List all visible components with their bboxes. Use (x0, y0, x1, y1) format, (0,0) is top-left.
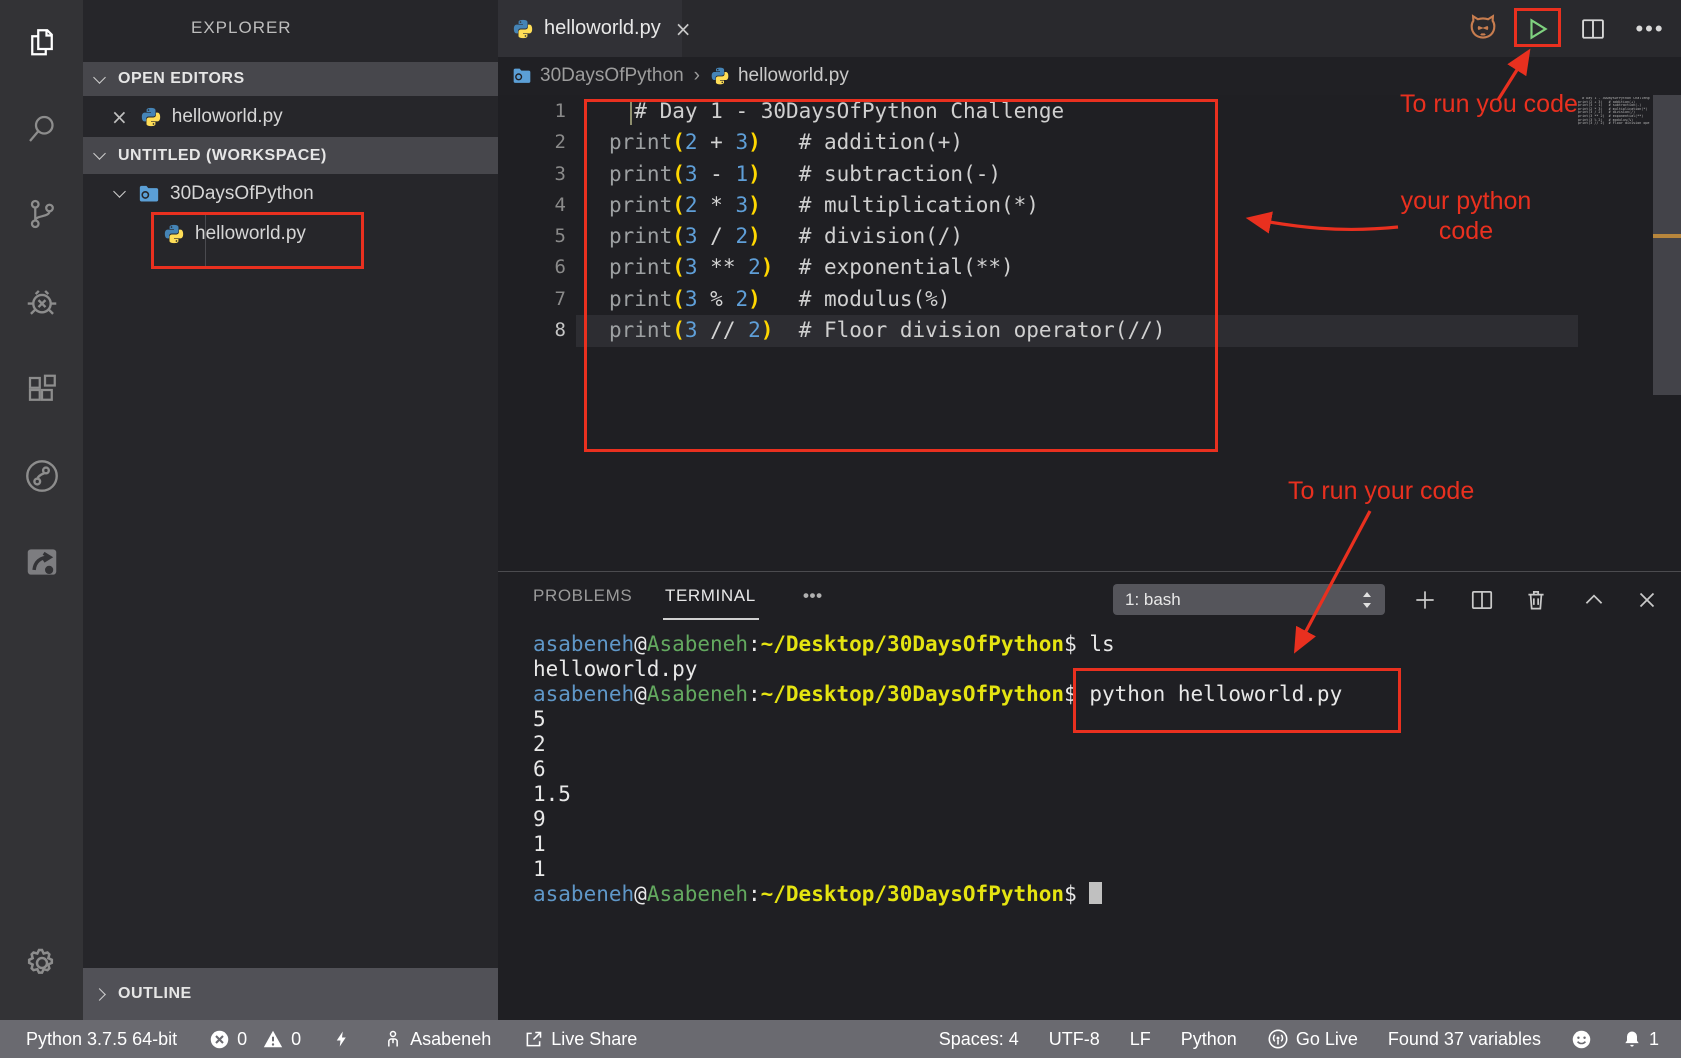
person-icon (383, 1028, 403, 1050)
new-terminal-icon[interactable] (1407, 582, 1443, 618)
vscode-window: EXPLORER OPEN EDITORS × helloworld.py UN… (0, 0, 1681, 1058)
breadcrumb-separator: › (694, 65, 700, 87)
folder-tree-item[interactable]: 30DaysOfPython (83, 174, 498, 213)
feedback-item[interactable] (1571, 1029, 1592, 1050)
code-annotation-text: your python code (1395, 186, 1537, 246)
language-item[interactable]: Python (1181, 1029, 1237, 1050)
share-extension-icon[interactable] (0, 532, 83, 592)
workspace-label: UNTITLED (WORKSPACE) (118, 147, 327, 165)
warning-icon (262, 1028, 284, 1050)
terminal-line: 6 (533, 757, 1342, 782)
terminal-line: 1.5 (533, 782, 1342, 807)
notifications-item[interactable]: 1 (1622, 1028, 1659, 1050)
open-editor-item[interactable]: × helloworld.py (83, 96, 498, 138)
panel-more-icon[interactable]: ••• (803, 586, 823, 606)
explorer-sidebar: EXPLORER OPEN EDITORS × helloworld.py UN… (83, 0, 498, 1020)
more-actions-icon[interactable]: ••• (1630, 0, 1670, 57)
debug-icon[interactable] (0, 272, 83, 332)
close-icon[interactable]: × (111, 105, 128, 129)
terminal-line: asabeneh@Asabeneh:~/Desktop/30DaysOfPyth… (533, 632, 1342, 657)
tab-helloworld[interactable]: helloworld.py × (498, 0, 682, 57)
terminal-tab-underline (663, 618, 759, 620)
python-file-icon (710, 66, 730, 86)
user-item[interactable]: Asabeneh (383, 1028, 491, 1050)
python-interpreter-item[interactable]: Python 3.7.5 64-bit (26, 1029, 177, 1050)
terminal-command-annotation-box (1073, 668, 1401, 733)
close-panel-icon[interactable] (1629, 582, 1665, 618)
live-share-extension-icon[interactable] (0, 446, 83, 506)
split-editor-icon[interactable] (1575, 0, 1611, 57)
live-share-item[interactable]: Live Share (523, 1029, 637, 1050)
variables-item[interactable]: Found 37 variables (1388, 1029, 1541, 1050)
python-file-icon (140, 106, 162, 128)
editor-tab-bar: helloworld.py × ••• (498, 0, 1681, 57)
folder-icon (512, 66, 532, 86)
terminal-line: 1 (533, 832, 1342, 857)
power-item[interactable] (333, 1028, 351, 1050)
lightning-icon (333, 1028, 351, 1050)
sidebar-file-annotation-box (151, 212, 364, 269)
tab-terminal[interactable]: TERMINAL (665, 586, 756, 606)
minimap[interactable]: # Day 1 - 30DaysOfPython Challenge print… (1578, 97, 1650, 129)
cat-extension-icon[interactable] (1465, 0, 1501, 57)
python-file-icon (512, 18, 534, 40)
chevron-down-icon (93, 71, 106, 84)
terminal-line: 2 (533, 732, 1342, 757)
bottom-panel: PROBLEMS TERMINAL ••• 1: bash asabeneh@A… (498, 571, 1681, 1020)
breadcrumb-folder[interactable]: 30DaysOfPython (540, 65, 684, 87)
settings-gear-icon[interactable] (0, 933, 83, 993)
line-numbers: 12345678 (498, 96, 566, 346)
scrollbar-marker (1653, 234, 1681, 238)
folder-icon (138, 183, 160, 205)
terminal-line: asabeneh@Asabeneh:~/Desktop/30DaysOfPyth… (533, 882, 1342, 907)
smiley-icon (1571, 1029, 1592, 1050)
code-editor[interactable]: 12345678 # Day 1 - 30DaysOfPython Challe… (498, 95, 1681, 571)
error-icon (209, 1029, 230, 1050)
chevron-down-icon (113, 185, 126, 198)
select-arrows-icon (1361, 590, 1373, 610)
tab-label: helloworld.py (544, 17, 661, 40)
extensions-icon[interactable] (0, 360, 83, 420)
open-editor-filename: helloworld.py (172, 106, 283, 128)
open-editors-header[interactable]: OPEN EDITORS (83, 62, 498, 96)
chevron-right-icon (93, 988, 106, 1001)
encoding-item[interactable]: UTF-8 (1049, 1029, 1100, 1050)
shell-selector[interactable]: 1: bash (1113, 584, 1385, 615)
share-icon (523, 1029, 544, 1050)
outline-header[interactable]: OUTLINE (83, 968, 498, 1020)
scrollbar[interactable] (1653, 95, 1681, 395)
eol-item[interactable]: LF (1130, 1029, 1151, 1050)
maximize-panel-icon[interactable] (1576, 582, 1612, 618)
open-editors-label: OPEN EDITORS (118, 70, 245, 88)
terminal-line: 9 (533, 807, 1342, 832)
bell-icon (1622, 1028, 1642, 1050)
go-live-item[interactable]: Go Live (1267, 1028, 1358, 1050)
tab-close-icon[interactable]: × (675, 17, 692, 41)
chevron-down-icon (93, 147, 106, 160)
outline-label: OUTLINE (118, 985, 192, 1003)
breadcrumb-file[interactable]: helloworld.py (738, 65, 849, 87)
code-annotation-box (584, 99, 1218, 452)
terminal-annotation-text: To run your code (1288, 477, 1474, 506)
broadcast-icon (1267, 1028, 1289, 1050)
folder-name: 30DaysOfPython (170, 183, 314, 205)
explorer-icon[interactable] (0, 13, 83, 73)
search-icon[interactable] (0, 99, 83, 159)
run-button[interactable] (1520, 0, 1556, 57)
sidebar-title: EXPLORER (191, 18, 292, 38)
workspace-header[interactable]: UNTITLED (WORKSPACE) (83, 137, 498, 174)
problems-item[interactable]: 0 0 (209, 1028, 301, 1050)
tab-problems[interactable]: PROBLEMS (533, 586, 632, 606)
run-annotation-text: To run you code (1400, 90, 1578, 119)
source-control-icon[interactable] (0, 184, 83, 244)
shell-selector-value: 1: bash (1125, 590, 1181, 610)
kill-terminal-icon[interactable] (1518, 582, 1554, 618)
indentation-item[interactable]: Spaces: 4 (939, 1029, 1019, 1050)
terminal-line: 1 (533, 857, 1342, 882)
split-terminal-icon[interactable] (1464, 582, 1500, 618)
status-bar: Python 3.7.5 64-bit 0 0 Asabeneh Live Sh… (0, 1020, 1681, 1058)
terminal-cursor (1089, 882, 1102, 904)
activity-bar (0, 0, 83, 1020)
